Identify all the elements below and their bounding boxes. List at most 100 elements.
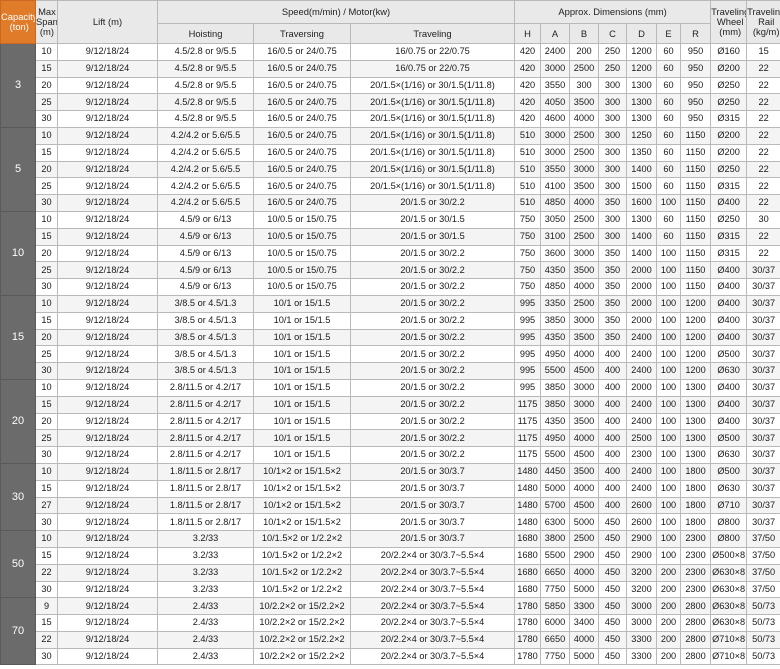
traversing-cell: 10/1 or 15/1.5 bbox=[253, 294, 351, 313]
rail-cell: 37/50 bbox=[746, 530, 780, 548]
dim-a-cell: 3600 bbox=[540, 244, 570, 263]
traversing-cell: 10/1 or 15/1.5 bbox=[253, 429, 351, 448]
table-row: 30 9/12/18/24 3.2/33 10/1.5×2 or 1/2.2×2 20/… bbox=[1, 580, 780, 599]
dim-c-cell: 300 bbox=[598, 143, 627, 162]
dim-e-cell: 60 bbox=[656, 93, 681, 112]
rail-cell: 30/37 bbox=[746, 429, 780, 448]
max-span-cell: 30 bbox=[35, 110, 58, 128]
traversing-cell: 16/0.5 or 24/0.75 bbox=[253, 143, 351, 162]
header-hoisting: Hoisting bbox=[157, 23, 254, 44]
dim-c-cell: 400 bbox=[598, 395, 627, 414]
hoisting-cell: 2.8/11.5 or 4.2/17 bbox=[157, 378, 254, 397]
lift-cell: 9/12/18/24 bbox=[57, 244, 158, 263]
dim-e-cell: 60 bbox=[656, 177, 681, 196]
dim-h-cell: 995 bbox=[514, 362, 541, 380]
traveling-cell: 20/1.5 or 30/2.2 bbox=[350, 412, 515, 431]
traversing-cell: 10/1 or 15/1.5 bbox=[253, 446, 351, 464]
rail-cell: 22 bbox=[746, 194, 780, 212]
max-span-cell: 15 bbox=[35, 59, 58, 78]
max-span-cell: 10 bbox=[35, 126, 58, 145]
traveling-cell: 20/1.5 or 30/1.5 bbox=[350, 210, 515, 229]
dim-b-cell: 3000 bbox=[569, 160, 599, 179]
dim-h-cell: 1480 bbox=[514, 513, 541, 532]
dim-a-cell: 7750 bbox=[540, 647, 570, 666]
dim-d-cell: 2000 bbox=[626, 378, 657, 397]
dim-b-cell: 4000 bbox=[569, 563, 599, 582]
dim-a-cell: 3850 bbox=[540, 395, 570, 414]
dim-e-cell: 60 bbox=[656, 143, 681, 162]
rail-cell: 30/37 bbox=[746, 378, 780, 397]
table-row: 70 9 9/12/18/24 2.4/33 10/2.2×2 or 15/2.2×2 2… bbox=[0, 597, 780, 666]
dim-e-cell: 100 bbox=[656, 261, 681, 280]
dim-a-cell: 5500 bbox=[540, 446, 570, 464]
traversing-cell: 10/0.5 or 15/0.75 bbox=[253, 261, 351, 280]
traveling-cell: 20/1.5×(1/16) or 30/1.5(1/11.8) bbox=[350, 177, 515, 196]
dim-e-cell: 60 bbox=[656, 59, 681, 78]
traveling-cell: 20/1.5 or 30/2.2 bbox=[350, 294, 515, 313]
dim-c-cell: 350 bbox=[598, 194, 627, 212]
dim-h-cell: 420 bbox=[514, 43, 541, 61]
table-row: 15 9/12/18/24 4.5/2.8 or 9/5.5 16/0.5 or 24… bbox=[1, 59, 780, 78]
dim-h-cell: 995 bbox=[514, 311, 541, 330]
lift-cell: 9/12/18/24 bbox=[57, 278, 158, 296]
wheel-cell: Ø630×8 bbox=[710, 563, 748, 582]
dim-b-cell: 2500 bbox=[569, 126, 599, 145]
header-capacity: Capacity (ton) bbox=[0, 0, 36, 44]
max-span-cell: 25 bbox=[35, 177, 58, 196]
table-row: 20 9/12/18/24 4.2/4.2 or 5.6/5.5 16/0.5 or … bbox=[1, 160, 780, 179]
traveling-cell: 16/0.75 or 22/0.75 bbox=[350, 59, 515, 78]
dim-a-cell: 3850 bbox=[540, 378, 570, 397]
table-row: 10 10 9/12/18/24 4.5/9 or 6/13 10/0.5 or 15/… bbox=[0, 210, 780, 296]
max-span-cell: 27 bbox=[35, 496, 58, 515]
dim-h-cell: 510 bbox=[514, 160, 541, 179]
rail-cell: 22 bbox=[746, 160, 780, 179]
dim-c-cell: 350 bbox=[598, 261, 627, 280]
traveling-cell: 20/1.5 or 30/3.7 bbox=[350, 479, 515, 498]
dim-e-cell: 60 bbox=[656, 210, 681, 229]
header-lift: Lift (m) bbox=[57, 0, 158, 44]
table-row: 30 9/12/18/24 4.5/2.8 or 9/5.5 16/0.5 or 24… bbox=[1, 110, 780, 128]
dim-r-cell: 1150 bbox=[679, 261, 712, 280]
hoisting-cell: 2.4/33 bbox=[157, 597, 254, 616]
traveling-cell: 20/1.5×(1/16) or 30/1.5(1/11.8) bbox=[350, 126, 515, 145]
wheel-cell: Ø400 bbox=[710, 261, 748, 280]
dim-d-cell: 2400 bbox=[626, 328, 657, 347]
hoisting-cell: 3.2/33 bbox=[157, 546, 254, 565]
traversing-cell: 16/0.5 or 24/0.75 bbox=[253, 43, 351, 61]
header-max-span: Max Span (m) bbox=[35, 0, 58, 44]
wheel-cell: Ø630 bbox=[710, 479, 748, 498]
table-row: 30 10 9/12/18/24 1.8/11.5 or 2.8/17 10/1×2 o… bbox=[0, 462, 780, 532]
lift-cell: 9/12/18/24 bbox=[57, 126, 158, 145]
traversing-cell: 10/1 or 15/1.5 bbox=[253, 345, 351, 364]
wheel-cell: Ø710×8 bbox=[710, 647, 748, 666]
dim-r-cell: 1200 bbox=[679, 362, 712, 380]
dim-e-cell: 100 bbox=[656, 311, 681, 330]
wheel-cell: Ø400 bbox=[710, 328, 748, 347]
hoisting-cell: 3.2/33 bbox=[157, 580, 254, 599]
traveling-cell: 20/1.5 or 30/3.7 bbox=[350, 496, 515, 515]
rail-cell: 50/73 bbox=[746, 614, 780, 632]
hoisting-cell: 4.5/9 or 6/13 bbox=[157, 244, 254, 263]
lift-cell: 9/12/18/24 bbox=[57, 210, 158, 229]
traversing-cell: 10/1.5×2 or 1/2.2×2 bbox=[253, 546, 351, 565]
max-span-cell: 20 bbox=[35, 76, 58, 95]
wheel-cell: Ø630 bbox=[710, 362, 748, 380]
hoisting-cell: 4.2/4.2 or 5.6/5.5 bbox=[157, 126, 254, 145]
dim-e-cell: 100 bbox=[656, 278, 681, 296]
dim-a-cell: 3800 bbox=[540, 530, 570, 548]
max-span-cell: 30 bbox=[35, 278, 58, 296]
traveling-cell: 20/1.5 or 30/2.2 bbox=[350, 429, 515, 448]
dim-e-cell: 200 bbox=[656, 563, 681, 582]
table-row: 15 9/12/18/24 2.4/33 10/2.2×2 or 15/2.2×2 20… bbox=[1, 614, 780, 632]
lift-cell: 9/12/18/24 bbox=[57, 513, 158, 532]
dim-c-cell: 450 bbox=[598, 563, 627, 582]
dim-r-cell: 1200 bbox=[679, 328, 712, 347]
rail-cell: 30/37 bbox=[746, 278, 780, 296]
traversing-cell: 10/2.2×2 or 15/2.2×2 bbox=[253, 647, 351, 666]
dim-c-cell: 450 bbox=[598, 630, 627, 649]
dim-d-cell: 2400 bbox=[626, 462, 657, 481]
dim-d-cell: 1600 bbox=[626, 194, 657, 212]
dim-d-cell: 1400 bbox=[626, 160, 657, 179]
capacity-cell: 70 bbox=[0, 597, 36, 666]
rail-cell: 30/37 bbox=[746, 261, 780, 280]
